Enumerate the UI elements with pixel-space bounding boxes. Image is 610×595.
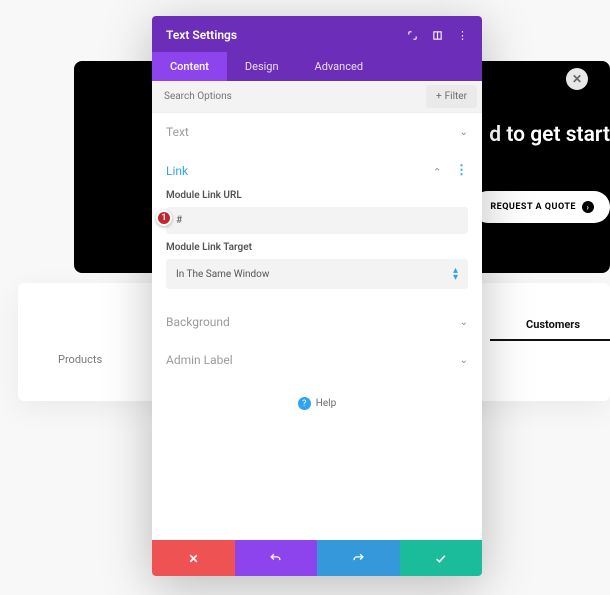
tab-design[interactable]: Design (227, 52, 297, 81)
module-link-target-value: In The Same Window (176, 269, 269, 280)
help-row[interactable]: ? Help (152, 379, 482, 420)
section-text[interactable]: Text ⌄ (152, 113, 482, 151)
filter-button[interactable]: + Filter (426, 85, 477, 108)
module-link-url-input[interactable] (176, 215, 458, 226)
request-quote-label: REQUEST A QUOTE (490, 202, 576, 212)
modal-title: Text Settings (166, 28, 237, 42)
section-kebab-icon[interactable]: ⋮ (455, 163, 468, 178)
modal-footer (152, 540, 482, 576)
redo-button[interactable] (317, 540, 400, 576)
module-link-target-select[interactable]: In The Same Window ▴▾ (166, 259, 468, 289)
snap-icon[interactable] (432, 30, 443, 41)
field-module-link-url: Module Link URL 1 (152, 190, 482, 242)
close-icon[interactable]: ✕ (566, 68, 588, 90)
save-button[interactable] (400, 540, 483, 576)
text-settings-modal: Text Settings ⋮ Content Design Advanced … (152, 16, 482, 576)
chevron-down-icon: ⌄ (460, 127, 468, 138)
kebab-menu-icon[interactable]: ⋮ (457, 29, 468, 42)
plus-icon: + (436, 91, 442, 102)
section-background[interactable]: Background ⌄ (152, 303, 482, 341)
section-background-label: Background (166, 315, 230, 329)
help-icon: ? (298, 397, 311, 410)
section-link-label: Link (166, 164, 188, 178)
chevron-up-icon: ⌄ (433, 165, 441, 176)
arrow-right-icon: › (582, 201, 594, 213)
expand-icon[interactable] (407, 30, 418, 41)
tab-products[interactable]: Products (58, 353, 102, 366)
modal-body: Text ⌄ Link ⌄ ⋮ Module Link URL 1 Module… (152, 113, 482, 540)
cancel-button[interactable] (152, 540, 235, 576)
search-row: + Filter (152, 81, 482, 113)
search-input[interactable] (152, 82, 421, 111)
tab-customers[interactable]: Customers (526, 318, 580, 331)
tab-content[interactable]: Content (152, 52, 227, 81)
section-link[interactable]: Link ⌄ ⋮ (152, 151, 482, 190)
help-label: Help (316, 398, 336, 409)
chevron-down-icon: ⌄ (460, 355, 468, 366)
hero-title: d to get start (489, 123, 610, 147)
module-link-url-label: Module Link URL (166, 190, 468, 201)
section-admin-label-label: Admin Label (166, 353, 233, 367)
select-arrows-icon: ▴▾ (453, 267, 458, 281)
undo-button[interactable] (235, 540, 318, 576)
modal-header: Text Settings ⋮ Content Design Advanced (152, 16, 482, 81)
tab-underline (490, 339, 610, 341)
annotation-marker-1: 1 (156, 210, 172, 226)
filter-label: Filter (445, 91, 467, 102)
field-module-link-target: Module Link Target In The Same Window ▴▾ (152, 242, 482, 297)
module-link-target-label: Module Link Target (166, 242, 468, 253)
tab-advanced[interactable]: Advanced (297, 52, 381, 81)
section-admin-label[interactable]: Admin Label ⌄ (152, 341, 482, 379)
request-quote-button[interactable]: REQUEST A QUOTE › (472, 191, 610, 223)
modal-tabs: Content Design Advanced (152, 52, 482, 81)
module-link-url-input-wrap: 1 (166, 207, 468, 234)
section-text-label: Text (166, 125, 189, 139)
chevron-down-icon: ⌄ (460, 317, 468, 328)
